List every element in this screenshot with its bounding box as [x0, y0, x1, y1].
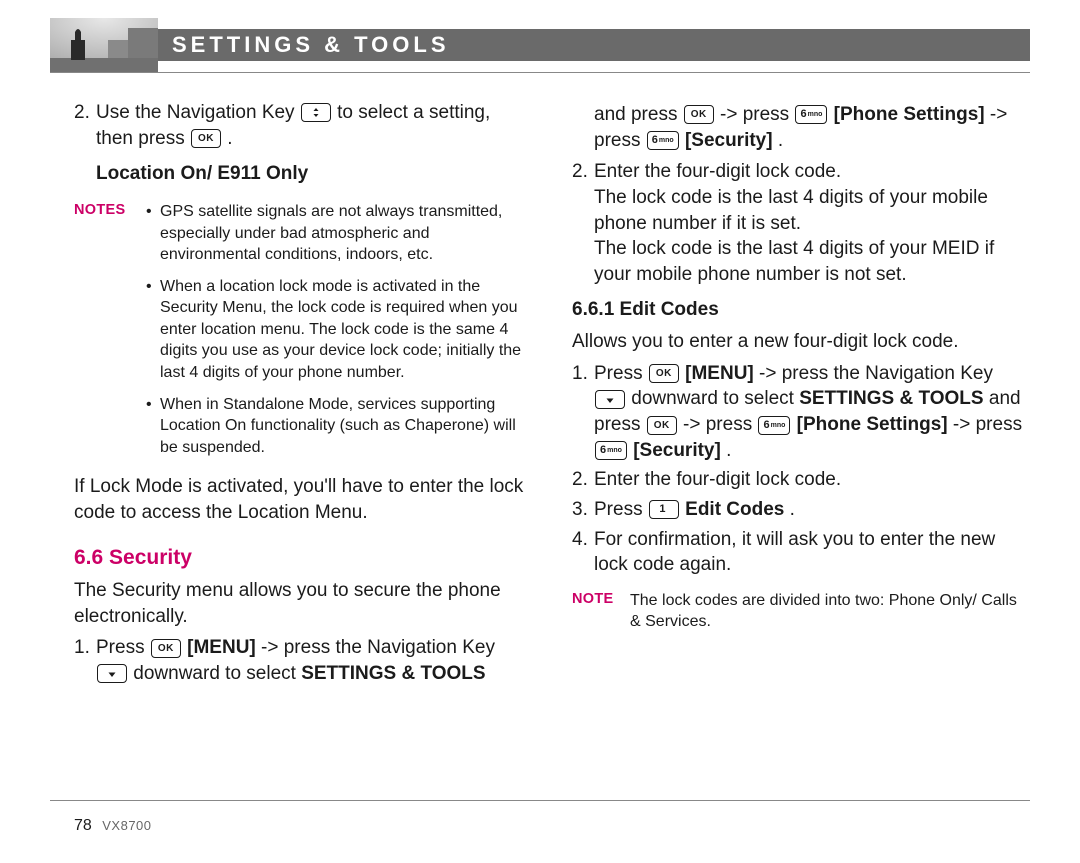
text: -> press the Navigation Key — [759, 363, 993, 384]
key-6-icon: 6mno — [795, 105, 827, 124]
page-footer: 78 VX8700 — [74, 815, 152, 837]
key-6-icon: 6mno — [647, 131, 679, 150]
text: . — [726, 440, 731, 461]
edit-codes-intro: Allows you to enter a new four-digit loc… — [572, 329, 1030, 355]
notes-block: NOTES •GPS satellite signals are not alw… — [74, 201, 532, 469]
key-6-icon: 6mno — [758, 416, 790, 435]
note-block: NOTE The lock codes are divided into two… — [572, 590, 1030, 633]
text: The lock code is the last 4 digits of yo… — [594, 187, 988, 234]
settings-tools-label: SETTINGS & TOOLS — [799, 388, 983, 409]
lockmode-paragraph: If Lock Mode is activated, you'll have t… — [74, 474, 532, 525]
page-header: SETTINGS & TOOLS — [50, 18, 1030, 72]
note-bullet: •When in Standalone Mode, services suppo… — [146, 394, 532, 459]
text: Enter the four-digit lock code. — [594, 161, 841, 182]
editcodes-step-1: 1. Press OK [MENU] -> press the Navigati… — [572, 361, 1030, 464]
content-columns: 2. Use the Navigation Key to select a se… — [74, 96, 1030, 793]
down-key-icon — [97, 664, 127, 683]
note-text: When in Standalone Mode, services suppor… — [160, 394, 532, 459]
navigation-key-icon — [301, 103, 331, 122]
text: downward to select — [631, 388, 799, 409]
ok-key-icon: OK — [151, 639, 181, 658]
text: Press — [96, 637, 150, 658]
left-column: 2. Use the Navigation Key to select a se… — [74, 96, 532, 793]
ok-key-icon: OK — [647, 416, 677, 435]
security-intro: The Security menu allows you to secure t… — [74, 578, 532, 629]
header-title-bar: SETTINGS & TOOLS — [158, 29, 1030, 61]
phone-settings-label: [Phone Settings] — [834, 104, 985, 125]
text: Enter the four-digit lock code. — [594, 467, 1030, 493]
security-label: [Security] — [685, 130, 773, 151]
security-step-1: 1. Press OK [MENU] -> press the Navigati… — [74, 635, 532, 686]
section-heading-security: 6.6 Security — [74, 544, 532, 572]
text: -> press — [720, 104, 794, 125]
note-text: GPS satellite signals are not always tra… — [160, 201, 532, 266]
text: downward to select — [133, 663, 301, 684]
edit-codes-label: Edit Codes — [685, 499, 784, 520]
text: -> press — [953, 414, 1022, 435]
step-2-navigation: 2. Use the Navigation Key to select a se… — [74, 100, 532, 151]
settings-tools-label: SETTINGS & TOOLS — [301, 663, 485, 684]
text: -> press — [683, 414, 757, 435]
divider-bottom — [50, 800, 1030, 801]
editcodes-step-4: 4.For confirmation, it will ask you to e… — [572, 527, 1030, 578]
right-column: and press OK -> press 6mno [Phone Settin… — [572, 96, 1030, 793]
menu-label: [MENU] — [685, 363, 754, 384]
text: Use the Navigation Key — [96, 102, 300, 123]
text: . — [790, 499, 795, 520]
page-number: 78 — [74, 817, 92, 834]
text: Press — [594, 499, 648, 520]
menu-label: [MENU] — [187, 637, 256, 658]
text: -> press the Navigation Key — [261, 637, 495, 658]
notes-label: NOTES — [74, 201, 146, 469]
text: . — [778, 130, 783, 151]
header-title: SETTINGS & TOOLS — [172, 30, 450, 60]
note-text: When a location lock mode is activated i… — [160, 276, 532, 384]
model-label: VX8700 — [102, 818, 151, 833]
ok-key-icon: OK — [684, 105, 714, 124]
security-label: [Security] — [633, 440, 721, 461]
header-thumbnail-image — [50, 18, 158, 72]
note-text: The lock codes are divided into two: Pho… — [630, 590, 1030, 633]
note-bullet: •When a location lock mode is activated … — [146, 276, 532, 384]
text: and press — [594, 104, 683, 125]
ok-key-icon: OK — [649, 364, 679, 383]
edit-codes-subheading: 6.6.1 Edit Codes — [572, 297, 1030, 323]
continued-step: and press OK -> press 6mno [Phone Settin… — [572, 102, 1030, 153]
text: Press — [594, 363, 648, 384]
note-bullet: •GPS satellite signals are not always tr… — [146, 201, 532, 266]
step-2-enter-code: 2. Enter the four-digit lock code. The l… — [572, 159, 1030, 287]
key-6-icon: 6mno — [595, 441, 627, 460]
down-key-icon — [595, 390, 625, 409]
text: For confirmation, it will ask you to ent… — [594, 527, 1030, 578]
editcodes-step-2: 2.Enter the four-digit lock code. — [572, 467, 1030, 493]
editcodes-step-3: 3. Press 1 Edit Codes . — [572, 497, 1030, 523]
location-subheading: Location On/ E911 Only — [74, 161, 532, 187]
key-1-icon: 1 — [649, 500, 679, 519]
phone-settings-label: [Phone Settings] — [797, 414, 948, 435]
text: The lock code is the last 4 digits of yo… — [594, 238, 994, 285]
ok-key-icon: OK — [191, 129, 221, 148]
text: . — [227, 128, 232, 149]
note-label: NOTE — [572, 590, 630, 633]
divider-top — [50, 72, 1030, 73]
